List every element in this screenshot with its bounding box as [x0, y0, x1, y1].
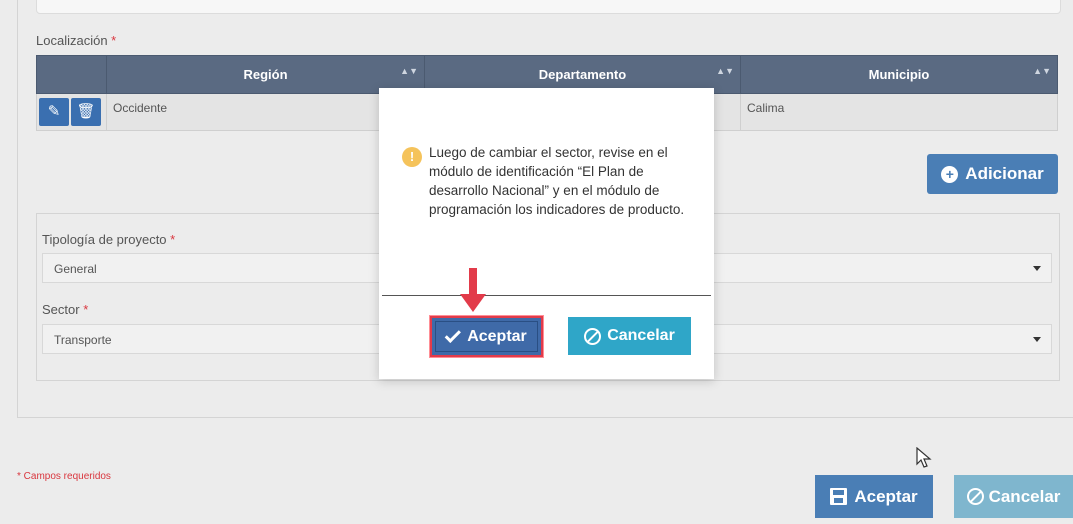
warning-icon: ! [402, 147, 422, 167]
ban-icon [584, 327, 602, 345]
dialog-message: Luego de cambiar el sector, revise en el… [429, 145, 685, 217]
check-icon [444, 326, 462, 343]
dialog-divider [382, 295, 711, 296]
dialog-accept-button[interactable]: Aceptar [430, 316, 543, 357]
red-arrow-down-icon [460, 268, 486, 312]
dialog-cancel-button[interactable]: Cancelar [568, 317, 691, 355]
confirm-dialog: ! Luego de cambiar el sector, revise en … [379, 88, 714, 379]
